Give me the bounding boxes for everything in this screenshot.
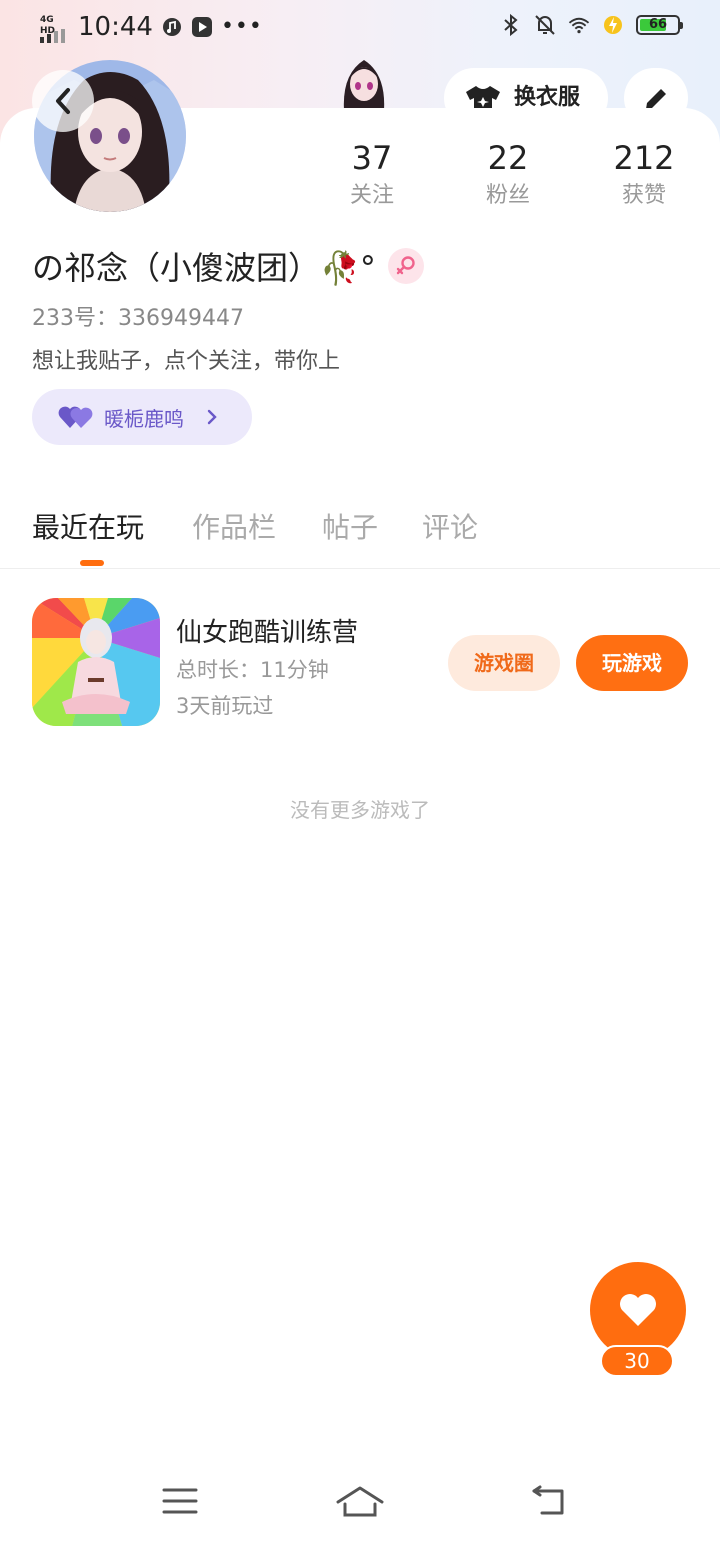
- user-id: 233号：336949447: [32, 306, 244, 331]
- stat-likes[interactable]: 212 获赞: [574, 138, 714, 214]
- tab-posts[interactable]: 帖子: [322, 506, 378, 546]
- mute-bell-icon: [534, 14, 556, 36]
- back-icon[interactable]: [518, 1476, 578, 1526]
- menu-icon[interactable]: [150, 1476, 210, 1526]
- video-icon: [191, 16, 213, 38]
- game-last-played: 3天前玩过: [176, 694, 274, 718]
- following-count: 37: [351, 139, 393, 177]
- empty-hint: 没有更多游戏了: [290, 798, 430, 822]
- chevron-right-icon: [206, 408, 218, 426]
- like-fab[interactable]: [590, 1262, 686, 1358]
- active-tab-indicator: [80, 560, 104, 566]
- stat-following[interactable]: 37 关注: [302, 138, 442, 214]
- tab-works[interactable]: 作品栏: [192, 506, 276, 546]
- following-label: 关注: [349, 183, 394, 208]
- fans-label: 粉丝: [485, 183, 530, 208]
- like-count-badge: 30: [600, 1345, 674, 1377]
- tab-comments[interactable]: 评论: [422, 506, 478, 546]
- status-bar: 4G HD 10:44 ••• 66: [0, 0, 720, 56]
- game-duration: 总时长：11分钟: [176, 658, 329, 682]
- bluetooth-icon: [500, 13, 522, 37]
- back-button[interactable]: [32, 70, 94, 132]
- battery-level: 66: [648, 17, 668, 32]
- charging-icon: [602, 14, 624, 36]
- network-indicator: 4G HD: [38, 13, 70, 43]
- name-row: の祁念（小傻波团）🥀°: [32, 246, 424, 287]
- profile-bio: 想让我贴子，点个关注，带你上: [32, 349, 341, 374]
- female-gender-icon: [387, 248, 424, 284]
- guild-badge[interactable]: 暖栀鹿鸣: [32, 389, 252, 445]
- game-icon[interactable]: [32, 598, 160, 726]
- play-game-button[interactable]: 玩游戏: [576, 635, 688, 691]
- likes-label: 获赞: [621, 183, 666, 208]
- game-name: 仙女跑酷训练营: [176, 618, 359, 648]
- guild-name: 暖栀鹿鸣: [104, 406, 184, 431]
- list-item[interactable]: 仙女跑酷训练营 总时长：11分钟 3天前玩过 游戏圈 玩游戏: [0, 598, 720, 728]
- clock: 10:44: [78, 12, 153, 42]
- system-navbar: [0, 1440, 720, 1544]
- tab-recently-played[interactable]: 最近在玩: [32, 506, 144, 546]
- music-icon: [161, 16, 183, 38]
- game-circle-button[interactable]: 游戏圈: [448, 635, 560, 691]
- header-avatar[interactable]: [336, 54, 392, 110]
- battery-icon: 66: [636, 15, 683, 35]
- profile-name: の祁念（小傻波团）🥀°: [32, 249, 376, 287]
- home-icon[interactable]: [330, 1476, 390, 1526]
- heart-icon: [618, 1292, 658, 1328]
- more-dots-icon: •••: [220, 14, 263, 39]
- wifi-icon: [568, 14, 590, 36]
- profile-stats: 37 关注 22 粉丝 212 获赞: [300, 138, 720, 218]
- likes-count: 212: [613, 139, 675, 177]
- double-heart-icon: [58, 404, 94, 430]
- stat-fans[interactable]: 22 粉丝: [438, 138, 578, 214]
- profile-tabs: 最近在玩 作品栏 帖子 评论: [0, 498, 720, 569]
- fans-count: 22: [487, 139, 529, 177]
- back-arrow-icon: [51, 86, 75, 116]
